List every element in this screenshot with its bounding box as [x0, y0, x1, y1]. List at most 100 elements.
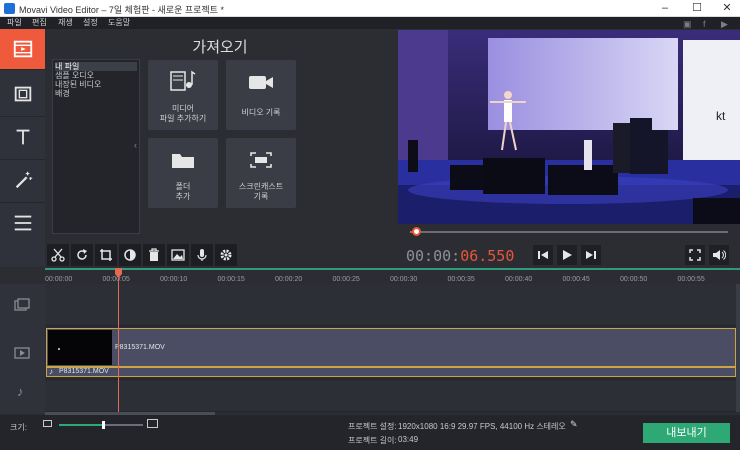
cut-button[interactable]	[47, 244, 69, 266]
edit-toolbar	[45, 244, 395, 268]
status-bar: 크기: 프로젝트 설정: 1920x1080 16:9 29.97 FPS, 4…	[0, 415, 740, 450]
more-tools-button[interactable]	[0, 203, 45, 243]
list-item-backgrounds[interactable]: 배경	[55, 89, 70, 98]
rotate-icon	[77, 249, 87, 260]
menu-settings[interactable]: 설정	[83, 17, 98, 29]
ruler-tick-label: 00:00:25	[332, 276, 360, 283]
menu-file[interactable]: 파일	[7, 17, 22, 29]
video-clip[interactable]: P8315371.MOV	[46, 328, 736, 367]
skip-forward-icon	[586, 251, 596, 259]
text-track-icon	[14, 298, 30, 315]
zoom-in-icon[interactable]	[147, 419, 158, 428]
ruler-tick-label: 00:00:50	[620, 276, 648, 283]
next-frame-button[interactable]	[581, 245, 601, 265]
fullscreen-icon	[689, 249, 701, 261]
video-track-icon	[14, 346, 30, 363]
video-camera-icon	[226, 72, 296, 92]
seek-handle[interactable]	[412, 227, 422, 236]
project-length-label: 프로젝트 길이:	[348, 436, 397, 445]
trash-icon	[149, 248, 159, 261]
maximize-button[interactable]: ☐	[682, 0, 712, 17]
close-button[interactable]: ✕	[712, 0, 740, 17]
list-item-builtin-video[interactable]: 내장된 비디오	[55, 80, 101, 89]
import-tool-button[interactable]	[0, 29, 45, 69]
list-item-sample-audio[interactable]: 샘플 오디오	[55, 71, 94, 80]
timecode-main: 00:00:	[406, 247, 461, 265]
title-bar: Movavi Video Editor – 7일 체험판 - 새로운 프로젝트 …	[0, 0, 740, 17]
add-media-files-button[interactable]: 미디어 파일 추가하기	[148, 60, 218, 130]
zoom-slider-fill	[59, 424, 103, 426]
svg-text:kt: kt	[716, 109, 726, 123]
record-screencast-button[interactable]: 스크린캐스트 기록	[226, 138, 296, 208]
collapse-panel-handle[interactable]: ‹	[134, 140, 137, 150]
menu-help[interactable]: 도움말	[108, 17, 130, 29]
timeline-vscrollbar[interactable]	[736, 284, 740, 412]
delete-button[interactable]	[143, 244, 165, 266]
scale-label: 크기:	[10, 423, 27, 432]
youtube-icon[interactable]: ▶	[721, 18, 728, 30]
list-item-my-files[interactable]: 내 파일	[55, 62, 137, 71]
music-track-icon: ♪	[17, 384, 24, 399]
add-folder-button[interactable]: 폴더 추가	[148, 138, 218, 208]
crop-button[interactable]	[95, 244, 117, 266]
facebook-icon[interactable]: f	[703, 18, 706, 30]
rotate-button[interactable]	[71, 244, 93, 266]
tile-label-line1: 폴더	[175, 182, 191, 191]
music-track[interactable]	[45, 380, 740, 412]
audio-clip[interactable]: ♪ P8315371.MOV	[46, 367, 736, 377]
titles-tool-button[interactable]	[0, 117, 45, 157]
image-icon	[171, 249, 185, 261]
record-video-button[interactable]: 비디오 기록	[226, 60, 296, 130]
timecode-display: 00:00:06.550	[406, 247, 514, 265]
transition-icon	[14, 86, 31, 102]
fullscreen-button[interactable]	[685, 245, 705, 265]
timecode-frac: 06.550	[460, 247, 515, 265]
previous-frame-button[interactable]	[533, 245, 553, 265]
menu-edit[interactable]: 편집	[32, 17, 47, 29]
menu-playback[interactable]: 재생	[58, 17, 73, 29]
seek-bar[interactable]	[398, 224, 740, 242]
tile-label-line1: 미디어	[171, 104, 195, 113]
file-category-list: 내 파일 샘플 오디오 내장된 비디오 배경	[52, 59, 140, 234]
folder-icon	[148, 150, 218, 170]
magic-wand-icon	[15, 171, 32, 189]
app-icon	[4, 3, 15, 14]
clip-settings-button[interactable]	[215, 244, 237, 266]
tile-label-line2: 추가	[175, 192, 191, 201]
filters-tool-button[interactable]	[0, 160, 45, 200]
text-icon	[16, 129, 29, 145]
minimize-button[interactable]: –	[650, 0, 680, 17]
edit-pencil-icon[interactable]: ✎	[570, 419, 578, 430]
scissors-icon	[51, 248, 65, 262]
skip-back-icon	[538, 251, 548, 259]
seek-track	[410, 231, 728, 233]
title-track[interactable]	[45, 284, 740, 326]
project-settings-value: 1920x1080 16:9 29.97 FPS, 44100 Hz 스테레오	[398, 422, 566, 431]
zoom-out-icon[interactable]	[43, 420, 52, 427]
ruler-tick-label: 00:00:20	[275, 276, 303, 283]
transitions-tool-button[interactable]	[0, 74, 45, 114]
zoom-slider-handle[interactable]	[101, 421, 105, 429]
playhead[interactable]	[118, 270, 119, 414]
project-length-value: 03:49	[398, 435, 419, 444]
video-preview[interactable]: kt	[398, 30, 740, 224]
ruler-tick-label: 00:00:55	[677, 276, 705, 283]
image-insert-button[interactable]	[167, 244, 189, 266]
timeline-ruler[interactable]: 00:00:00 00:00:05 00:00:10 00:00:15 00:00:20…	[45, 268, 740, 284]
speaker-icon	[713, 250, 726, 260]
color-adjust-button[interactable]	[119, 244, 141, 266]
menu-icon	[14, 215, 31, 231]
export-button[interactable]: 내보내기	[643, 423, 730, 443]
volume-button[interactable]	[709, 245, 729, 265]
ruler-tick-label: 00:00:35	[447, 276, 475, 283]
record-audio-button[interactable]	[191, 244, 213, 266]
vk-icon[interactable]: ▣	[683, 18, 692, 30]
tile-label-line2: 파일 추가하기	[159, 114, 207, 123]
thumb-detail	[58, 348, 60, 350]
play-icon	[563, 250, 572, 260]
microphone-icon	[197, 249, 207, 261]
ruler-tick-label: 00:00:40	[505, 276, 533, 283]
ruler-tick-label: 00:00:45	[562, 276, 590, 283]
media-files-icon	[148, 68, 218, 94]
play-button[interactable]	[557, 245, 577, 265]
